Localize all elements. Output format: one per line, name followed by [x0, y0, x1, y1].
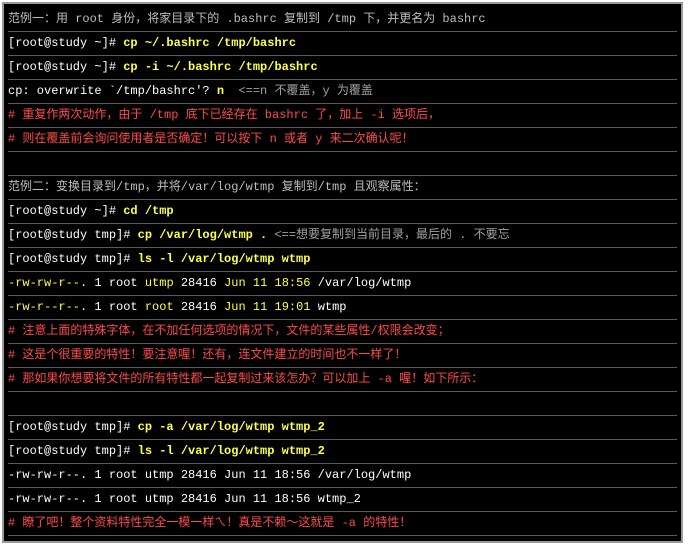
terminal-text-segment: # 瞭了吧！整个资料特性完全一模一样ㄟ！真是不赖～这就是 -a 的特性！: [8, 516, 412, 530]
terminal-text-segment: wtmp: [310, 300, 347, 314]
terminal-line: # 则在覆盖前会询问使用者是否确定！可以按下 n 或者 y 来二次确认呢！: [8, 128, 677, 152]
terminal-text-segment: <==想要复制到当前目录，最后的 . 不要忘: [267, 228, 510, 242]
terminal-text-segment: # 那如果你想要将文件的所有特性都一起复制过来该怎办？可以加上 -a 喔！如下所…: [8, 372, 484, 386]
terminal-text-segment: cp -i ~/.bashrc /tmp/bashrc: [123, 60, 318, 74]
terminal-text-segment: cp -a /var/log/wtmp wtmp_2: [137, 420, 325, 434]
terminal-line: [root@study ~]# cp ~/.bashrc /tmp/bashrc: [8, 32, 677, 56]
terminal-line: -rw-rw-r--. 1 root utmp 28416 Jun 11 18:…: [8, 464, 677, 488]
terminal-text-segment: 28416: [173, 276, 225, 290]
terminal-line: 范例二：变换目录到/tmp，并将/var/log/wtmp 复制到/tmp 且观…: [8, 176, 677, 200]
terminal-line: [8, 392, 677, 416]
terminal-line: # 重复作两次动作，由于 /tmp 底下已经存在 bashrc 了，加上 -i …: [8, 104, 677, 128]
terminal-text-segment: 1 root: [94, 276, 145, 290]
terminal-text-segment: # 重复作两次动作，由于 /tmp 底下已经存在 bashrc 了，加上 -i …: [8, 108, 441, 122]
terminal-frame: 范例一：用 root 身份，将家目录下的 .bashrc 复制到 /tmp 下，…: [2, 2, 683, 543]
terminal-text-segment: # 则在覆盖前会询问使用者是否确定！可以按下 n 或者 y 来二次确认呢！: [8, 132, 414, 146]
terminal-text-segment: <==n 不覆盖，y 为覆盖: [224, 84, 373, 98]
terminal-line: # 那如果你想要将文件的所有特性都一起复制过来该怎办？可以加上 -a 喔！如下所…: [8, 368, 677, 392]
terminal-text-segment: # 这是个很重要的特性！要注意喔！还有，连文件建立的时间也不一样了！: [8, 348, 407, 362]
terminal-text-segment: root: [144, 300, 174, 314]
terminal-text-segment: cp: overwrite `/tmp/bashrc'?: [8, 84, 217, 98]
terminal-line: -rw-rw-r--. 1 root utmp 28416 Jun 11 18:…: [8, 488, 677, 512]
terminal-text-segment: [root@study tmp]#: [8, 420, 138, 434]
terminal-line: [root@study tmp]# ls -l /var/log/wtmp wt…: [8, 440, 677, 464]
terminal-text-segment: 28416: [173, 300, 225, 314]
terminal-line: [root@study tmp]# ls -l /var/log/wtmp wt…: [8, 248, 677, 272]
terminal-text-segment: ls -l /var/log/wtmp wtmp_2: [137, 444, 325, 458]
terminal-text-segment: utmp: [144, 276, 174, 290]
terminal-line: [root@study ~]# cd /tmp: [8, 200, 677, 224]
terminal-line: # 这是个很重要的特性！要注意喔！还有，连文件建立的时间也不一样了！: [8, 344, 677, 368]
terminal-text-segment: 范例一：用 root 身份，将家目录下的 .bashrc 复制到 /tmp 下，…: [8, 12, 486, 26]
terminal-text-segment: [root@study tmp]#: [8, 444, 138, 458]
terminal-text-segment: [root@study ~]#: [8, 204, 124, 218]
terminal-text-segment: [root@study tmp]#: [8, 252, 138, 266]
terminal-line: 范例一：用 root 身份，将家目录下的 .bashrc 复制到 /tmp 下，…: [8, 8, 677, 32]
terminal-text-segment: -rw-rw-r--. 1 root utmp 28416 Jun 11 18:…: [8, 468, 412, 482]
terminal-line: # 注意上面的特殊字体，在不加任何选项的情况下，文件的某些属性/权限会改变；: [8, 320, 677, 344]
terminal-text-segment: 范例二：变换目录到/tmp，并将/var/log/wtmp 复制到/tmp 且观…: [8, 180, 426, 194]
terminal-text-segment: -rw-rw-r--. 1 root utmp 28416 Jun 11 18:…: [8, 492, 361, 506]
terminal-text-segment: cp /var/log/wtmp .: [137, 228, 268, 242]
terminal-text-segment: # 注意上面的特殊字体，在不加任何选项的情况下，文件的某些属性/权限会改变；: [8, 324, 450, 338]
terminal-text-segment: [root@study ~]#: [8, 36, 124, 50]
terminal-line: [root@study tmp]# cp -a /var/log/wtmp wt…: [8, 416, 677, 440]
terminal-text-segment: [root@study tmp]#: [8, 228, 138, 242]
terminal-text-segment: 1 root: [94, 300, 145, 314]
terminal-text-segment: [root@study ~]#: [8, 60, 124, 74]
terminal-line: [root@study tmp]# cp /var/log/wtmp . <==…: [8, 224, 677, 248]
terminal-line: -rw-r--r--. 1 root root 28416 Jun 11 19:…: [8, 296, 677, 320]
terminal-text-segment: Jun 11 19:01: [224, 300, 311, 314]
terminal-line: -rw-rw-r--. 1 root utmp 28416 Jun 11 18:…: [8, 272, 677, 296]
terminal-text-segment: ls -l /var/log/wtmp wtmp: [137, 252, 311, 266]
terminal-text-segment: cd /tmp: [123, 204, 174, 218]
terminal-text-segment: /var/log/wtmp: [310, 276, 412, 290]
terminal-text-segment: -rw-rw-r--.: [8, 276, 95, 290]
terminal-text-segment: n: [216, 84, 225, 98]
terminal-line: # 瞭了吧！整个资料特性完全一模一样ㄟ！真是不赖～这就是 -a 的特性！: [8, 512, 677, 536]
terminal-text-segment: cp ~/.bashrc /tmp/bashrc: [123, 36, 297, 50]
terminal-text-segment: -rw-r--r--.: [8, 300, 95, 314]
terminal-line: cp: overwrite `/tmp/bashrc'? n <==n 不覆盖，…: [8, 80, 677, 104]
terminal-line: [root@study ~]# cp -i ~/.bashrc /tmp/bas…: [8, 56, 677, 80]
terminal-line: [8, 152, 677, 176]
terminal-text-segment: Jun 11 18:56: [224, 276, 311, 290]
